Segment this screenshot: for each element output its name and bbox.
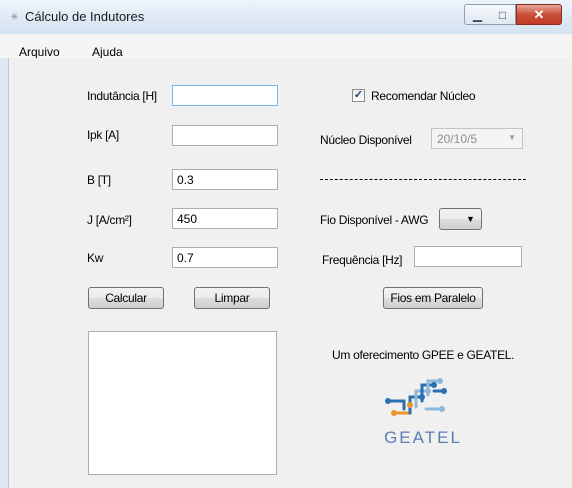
window-title: Cálculo de Indutores bbox=[25, 9, 145, 24]
j-input[interactable] bbox=[172, 208, 278, 229]
geatel-logo: GEATEL bbox=[370, 371, 476, 451]
frequencia-label: Frequência [Hz] bbox=[322, 253, 403, 267]
app-icon[interactable]: ✳ bbox=[9, 12, 20, 23]
close-button[interactable]: ✕ bbox=[516, 4, 562, 25]
app-window: ✳ Cálculo de Indutores ▁ □ ✕ Arquivo Aju… bbox=[0, 0, 572, 488]
nucleo-label: Núcleo Disponível bbox=[320, 133, 412, 147]
b-label: B [T] bbox=[87, 173, 111, 187]
window-frame-left bbox=[0, 58, 9, 488]
menu-ajuda[interactable]: Ajuda bbox=[92, 45, 123, 59]
separator-line bbox=[320, 179, 526, 180]
form-body: Indutância [H] Ipk [A] B [T] J [A/cm²] K… bbox=[9, 58, 572, 488]
recomendar-label: Recomendar Núcleo bbox=[371, 89, 476, 103]
minimize-button[interactable]: ▁ bbox=[464, 4, 491, 25]
ipk-input[interactable] bbox=[172, 125, 278, 146]
menu-bar: Arquivo Ajuda bbox=[0, 34, 572, 59]
maximize-icon: □ bbox=[498, 7, 507, 22]
chevron-down-icon: ▼ bbox=[508, 133, 516, 142]
b-input[interactable] bbox=[172, 169, 278, 190]
minimize-icon: ▁ bbox=[472, 7, 483, 22]
nucleo-select[interactable]: 20/10/5 ▼ bbox=[431, 128, 523, 149]
chevron-down-icon: ▼ bbox=[466, 214, 475, 224]
geatel-logo-text: GEATEL bbox=[384, 428, 462, 447]
ipk-label: Ipk [A] bbox=[87, 128, 119, 142]
kw-label: Kw bbox=[87, 251, 104, 265]
limpar-button[interactable]: Limpar bbox=[194, 287, 270, 309]
menu-arquivo[interactable]: Arquivo bbox=[19, 45, 60, 59]
geatel-logo-icon: GEATEL bbox=[384, 378, 462, 447]
fio-awg-select[interactable]: ▼ bbox=[439, 208, 482, 230]
frequencia-input[interactable] bbox=[414, 246, 522, 267]
recomendar-checkbox[interactable]: ✓ bbox=[352, 89, 365, 102]
fio-label: Fio Disponível - AWG bbox=[320, 213, 429, 227]
results-output[interactable] bbox=[88, 331, 277, 475]
credit-text: Um oferecimento GPEE e GEATEL. bbox=[332, 348, 515, 362]
nucleo-select-value: 20/10/5 bbox=[437, 132, 478, 146]
calcular-button[interactable]: Calcular bbox=[88, 287, 164, 309]
title-bar[interactable]: ✳ Cálculo de Indutores ▁ □ ✕ bbox=[0, 0, 572, 35]
fios-paralelo-button[interactable]: Fios em Paralelo bbox=[383, 287, 483, 309]
inductance-input[interactable] bbox=[172, 85, 278, 106]
j-label: J [A/cm²] bbox=[87, 213, 132, 227]
close-icon: ✕ bbox=[533, 6, 545, 22]
maximize-button[interactable]: □ bbox=[490, 4, 516, 25]
inductance-label: Indutância [H] bbox=[87, 89, 157, 103]
kw-input[interactable] bbox=[172, 247, 278, 268]
